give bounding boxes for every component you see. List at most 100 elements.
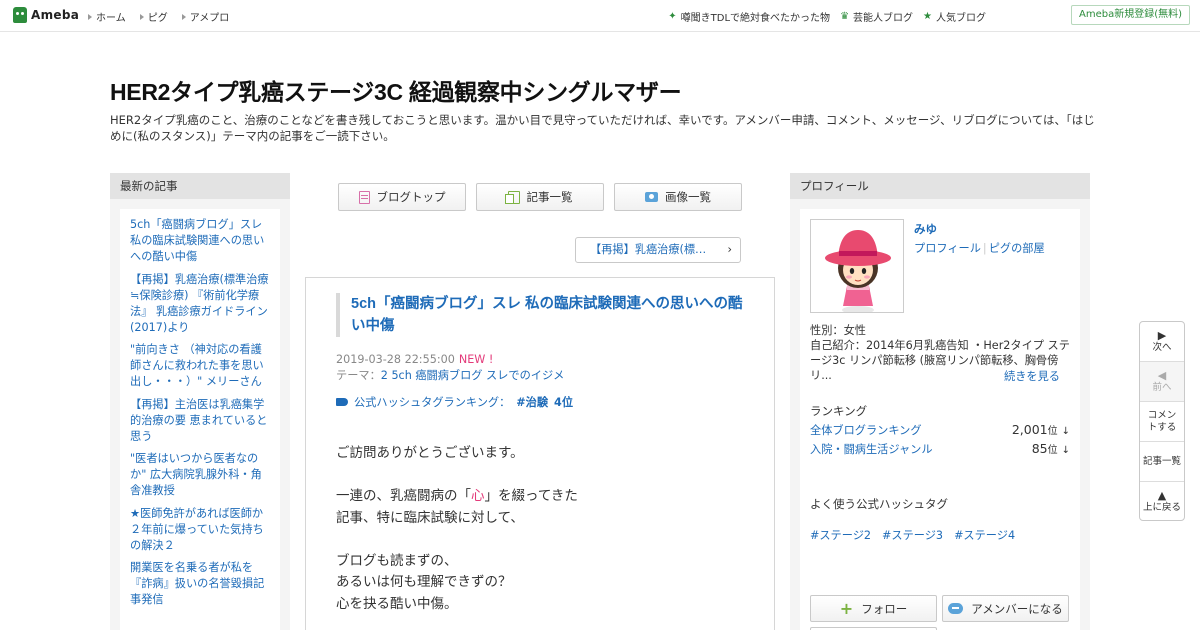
entry-list-button[interactable]: 記事一覧 (476, 183, 604, 211)
document-icon (358, 190, 370, 204)
ranking-row: 全体ブログランキング 2,001位 ↓ (810, 422, 1070, 438)
image-list-label: 画像一覧 (665, 190, 711, 204)
article-body: ご訪問ありがとうございます。 一連の、乳癌闘病の「心」を綴ってきた 記事、特に臨… (336, 443, 578, 615)
recent-entry-link[interactable]: ★医師免許があれば医師か ２年前に爆っていた気持ちの解決２ (130, 506, 270, 554)
ameba-logo-text: Ameba (31, 8, 80, 22)
recent-entry-link[interactable]: "医者はいつから医者なのか" 広大病院乳腺外科・角舎准教授 (130, 451, 270, 499)
next-label: 次へ (1152, 341, 1172, 353)
entry-list-float-label: 記事一覧 (1142, 455, 1181, 467)
back-to-top-button[interactable]: ▲ 上に戻る (1140, 482, 1184, 522)
body-text: 」を綴ってきた (484, 488, 578, 504)
trend-down-icon: ↓ (1061, 426, 1070, 437)
floating-nav: ▶ 次へ ◀ 前へ コメントする 記事一覧 ▲ 上に戻る (1139, 321, 1185, 521)
ranking-number: 2,001 (1011, 422, 1048, 437)
blog-title[interactable]: HER2タイプ乳癌ステージ3C 経過観察中シングルマザー (110, 73, 682, 107)
hashtag-ranking-label: 公式ハッシュタグランキング： (354, 396, 511, 409)
celebrity-blog-label: 芸能人ブログ (853, 13, 914, 24)
copy-icon (504, 190, 520, 204)
separator: | (982, 242, 987, 255)
triangle-right-icon (88, 13, 92, 20)
trending-topic-link[interactable]: ✦ 噂聞きTDLで絶対食べたかった物 (668, 9, 830, 24)
profile-link[interactable]: プロフィール (914, 242, 981, 255)
nav-amepro[interactable]: アメプロ (181, 9, 230, 24)
recent-entry-link[interactable]: "前向きさ （神対応の看護師さんに救われた事を思い出し・・・）" メリーさん (130, 342, 270, 390)
comment-label: コメントする (1147, 409, 1177, 433)
hashtag-list: #ステージ2 #ステージ3 #ステージ4 (810, 527, 1015, 543)
entry-list-float-button[interactable]: 記事一覧 (1140, 442, 1184, 482)
overall-ranking-link[interactable]: 全体ブログランキング (810, 422, 922, 438)
image-list-button[interactable]: 画像一覧 (614, 183, 742, 211)
article-meta: 2019-03-28 22:55:00 NEW ! テーマ：2 5ch 癌闘病ブロ… (336, 352, 564, 384)
play-left-icon: ◀ (1157, 368, 1167, 382)
article-theme-link[interactable]: 2 5ch 癌闘病ブログ スレでのイジメ (381, 369, 565, 382)
chat-bubble-icon (948, 603, 964, 614)
article-datetime: 2019-03-28 22:55:00 (336, 353, 455, 366)
prev-label: 前へ (1152, 381, 1172, 393)
recent-entry-link[interactable]: 【再掲】主治医は乳癌集学的治療の要 恵まれていると思う (130, 397, 270, 445)
previous-entry-link[interactable]: 【再掲】乳癌治療(標… › (575, 237, 741, 263)
profile-links: プロフィール | ピグの部屋 (914, 240, 1045, 256)
previous-entry-label: 【再掲】乳癌治療(標… (590, 243, 707, 256)
ameba-logo[interactable]: Ameba (13, 7, 79, 23)
nav-amepro-label: アメプロ (189, 13, 230, 24)
body-line: 心を抉る酷い中傷。 (336, 595, 458, 612)
hashtag-link[interactable]: #ステージ4 (954, 527, 1015, 543)
new-badge: NEW ! (458, 353, 494, 366)
blog-top-button[interactable]: ブログトップ (338, 183, 466, 211)
comment-button[interactable]: コメントする (1140, 402, 1184, 442)
ranking-value: 85位 ↓ (1032, 441, 1070, 457)
body-line: 記事、特に臨床試験に対して、 (336, 509, 524, 526)
follow-button[interactable]: + フォロー (810, 595, 937, 622)
signup-button[interactable]: Ameba新規登録(無料) (1070, 5, 1190, 25)
prev-entry-button[interactable]: ◀ 前へ (1140, 362, 1184, 402)
ranking-row: 入院・闘病生活ジャンル 85位 ↓ (810, 441, 1070, 457)
body-line: ご訪問ありがとうございます。 (336, 445, 524, 461)
left-sidebar: 最新の記事 5ch「癌闘病ブログ」スレ 私の臨床試験関連への思いへの酷い中傷 【… (110, 173, 290, 630)
article: 5ch「癌闘病ブログ」スレ 私の臨床試験関連への思いへの酷い中傷 2019-03… (305, 277, 775, 630)
tag-icon (336, 398, 348, 406)
recent-entries-heading: 最新の記事 (110, 173, 290, 199)
recent-entries-list: 5ch「癌闘病ブログ」スレ 私の臨床試験関連への思いへの酷い中傷 【再掲】乳癌治… (120, 209, 280, 630)
blog-description: HER2タイプ乳癌のこと、治療のことなどを書き残しておこうと思います。温かい目で… (110, 113, 1095, 143)
read-more-link[interactable]: 続きを見る (1004, 368, 1060, 384)
play-right-icon: ▶ (1157, 328, 1167, 342)
global-header: Ameba ホーム ピグ アメプロ ✦ 噂聞きTDLで絶対食べたかった物 ♛ 芸能人… (0, 0, 1200, 32)
trending-topic-label: 噂聞きTDLで絶対食べたかった物 (680, 13, 831, 24)
hashtag-link[interactable]: #ステージ3 (882, 527, 943, 543)
profile-name[interactable]: みゆ (914, 221, 937, 237)
follow-actions: + フォロー アメンバーになる (810, 595, 1069, 622)
ranking-heading: ランキング (810, 404, 868, 418)
article-title[interactable]: 5ch「癌闘病ブログ」スレ 私の臨床試験関連への思いへの酷い中傷 (336, 293, 746, 337)
nav-pig-label: ピグ (147, 13, 168, 24)
next-entry-button[interactable]: ▶ 次へ (1140, 322, 1184, 362)
right-sidebar: プロフィール みゆ プロフィール | ピグの部屋 性別：女性 自己紹介：2014… (790, 173, 1090, 630)
hashtag-link[interactable]: #ステージ2 (810, 527, 871, 543)
recent-entry-link[interactable]: 開業医を名乗る者が私を『詐病』扱いの名誉毀損記事発信 (130, 560, 270, 608)
nav-pig[interactable]: ピグ (139, 9, 168, 24)
recent-entry-link[interactable]: 5ch「癌闘病ブログ」スレ 私の臨床試験関連への思いへの酷い中傷 (130, 217, 270, 265)
arrow-up-icon: ▲ (1157, 489, 1167, 502)
avatar[interactable] (810, 219, 904, 313)
hashtag-ranking-tag: #治験 (516, 396, 549, 409)
recent-entry-link[interactable]: 【再掲】乳癌治療(標準治療≒保険診療) 『術前化学療法』 乳癌診療ガイドライン(… (130, 272, 270, 336)
genre-ranking-link[interactable]: 入院・闘病生活ジャンル (810, 441, 933, 457)
trend-down-icon: ↓ (1061, 445, 1070, 456)
ranking-unit: 位 (1047, 445, 1058, 456)
triangle-right-icon (139, 13, 144, 20)
follow-label: フォロー (861, 601, 908, 616)
pig-room-link[interactable]: ピグの部屋 (989, 242, 1045, 255)
hashtag-ranking-link[interactable]: 公式ハッシュタグランキング： #治験 4位 (336, 394, 573, 410)
entry-list-label: 記事一覧 (526, 190, 573, 204)
popular-blog-link[interactable]: ★ 人気ブログ (923, 9, 986, 24)
star-icon: ★ (923, 11, 932, 22)
ranking-number: 85 (1031, 441, 1048, 456)
blog-top-label: ブログトップ (376, 190, 446, 204)
nav-home[interactable]: ホーム (88, 9, 126, 24)
chevron-right-icon: › (727, 243, 732, 256)
celebrity-blog-link[interactable]: ♛ 芸能人ブログ (840, 9, 913, 24)
profile-box: みゆ プロフィール | ピグの部屋 性別：女性 自己紹介：2014年6月乳癌告知 ・… (800, 209, 1080, 630)
emphasis-text: 心 (471, 488, 485, 504)
amember-button[interactable]: アメンバーになる (942, 595, 1069, 622)
avatar-illustration (811, 220, 903, 312)
theme-label: テーマ： (336, 369, 381, 382)
